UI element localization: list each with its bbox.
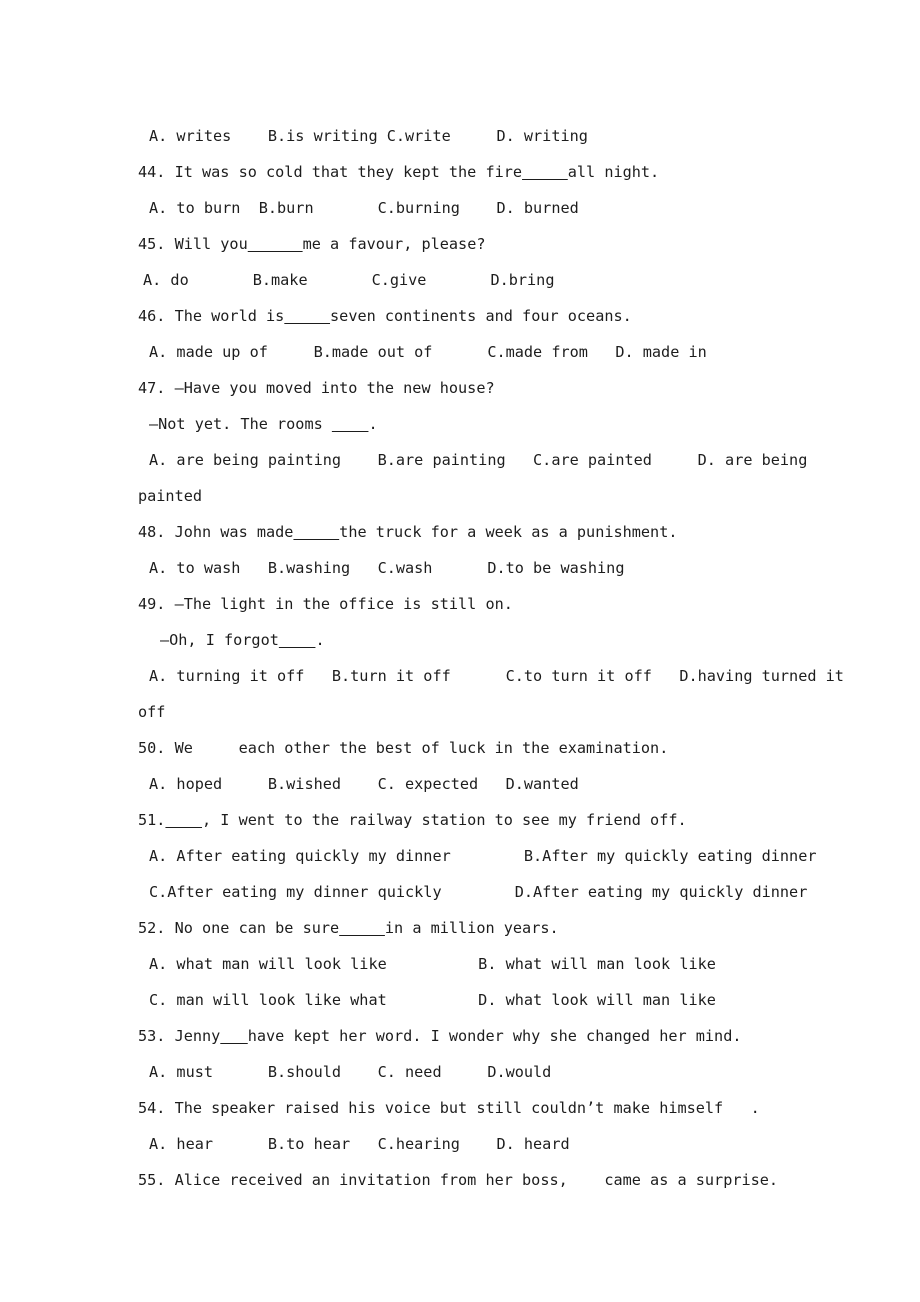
question-line: 45. Will you me a favour, please? [138,235,486,253]
question-line: 49. —The light in the office is still on… [138,595,513,613]
question-line: 54. The speaker raised his voice but sti… [138,1099,760,1117]
answer-blank [522,163,568,181]
question-line: 47. —Have you moved into the new house? [138,379,495,397]
option-line: A. turning it off B.turn it off C.to tur… [149,667,844,685]
wrapped-line: painted [138,487,203,505]
option-line: C.After eating my dinner quickly D.After… [149,883,808,901]
option-line: C. man will look like what D. what look … [149,991,716,1009]
dialogue-line: —Oh, I forgot . [160,631,325,649]
option-line: A. hoped B.wished C. expected D.wanted [149,775,579,793]
option-line: A. hear B.to hear C.hearing D. heard [149,1135,570,1153]
worksheet-body: A. writes B.is writing C.write D. writin… [138,118,898,1198]
answer-blank [339,919,385,937]
option-line: A. writes B.is writing C.write D. writin… [149,127,588,145]
question-line: 44. It was so cold that they kept the fi… [138,163,660,181]
answer-blank [220,1027,247,1045]
option-line: A. After eating quickly my dinner B.Afte… [149,847,817,865]
option-line: A. are being painting B.are painting C.a… [149,451,808,469]
option-line: A. do B.make C.give D.bring [143,271,555,289]
answer-blank [165,811,202,829]
answer-blank [293,523,339,541]
option-line: A. must B.should C. need D.would [149,1063,552,1081]
answer-blank [248,235,303,253]
dialogue-line: —Not yet. The rooms . [149,415,378,433]
option-line: A. to burn B.burn C.burning D. burned [149,199,579,217]
answer-blank [279,631,316,649]
answer-blank [284,307,330,325]
question-line: 46. The world is seven continents and fo… [138,307,632,325]
question-line: 48. John was made the truck for a week a… [138,523,678,541]
question-line: 52. No one can be sure in a million year… [138,919,559,937]
wrapped-line: off [138,703,166,721]
question-line: 55. Alice received an invitation from he… [138,1171,779,1189]
question-line: 51. , I went to the railway station to s… [138,811,687,829]
option-line: A. what man will look like B. what will … [149,955,716,973]
question-line: 50. We each other the best of luck in th… [138,739,669,757]
option-line: A. to wash B.washing C.wash D.to be wash… [149,559,625,577]
answer-blank [332,415,369,433]
question-line: 53. Jenny have kept her word. I wonder w… [138,1027,742,1045]
document-page: A. writes B.is writing C.write D. writin… [0,0,920,1302]
option-line: A. made up of B.made out of C.made from … [149,343,707,361]
